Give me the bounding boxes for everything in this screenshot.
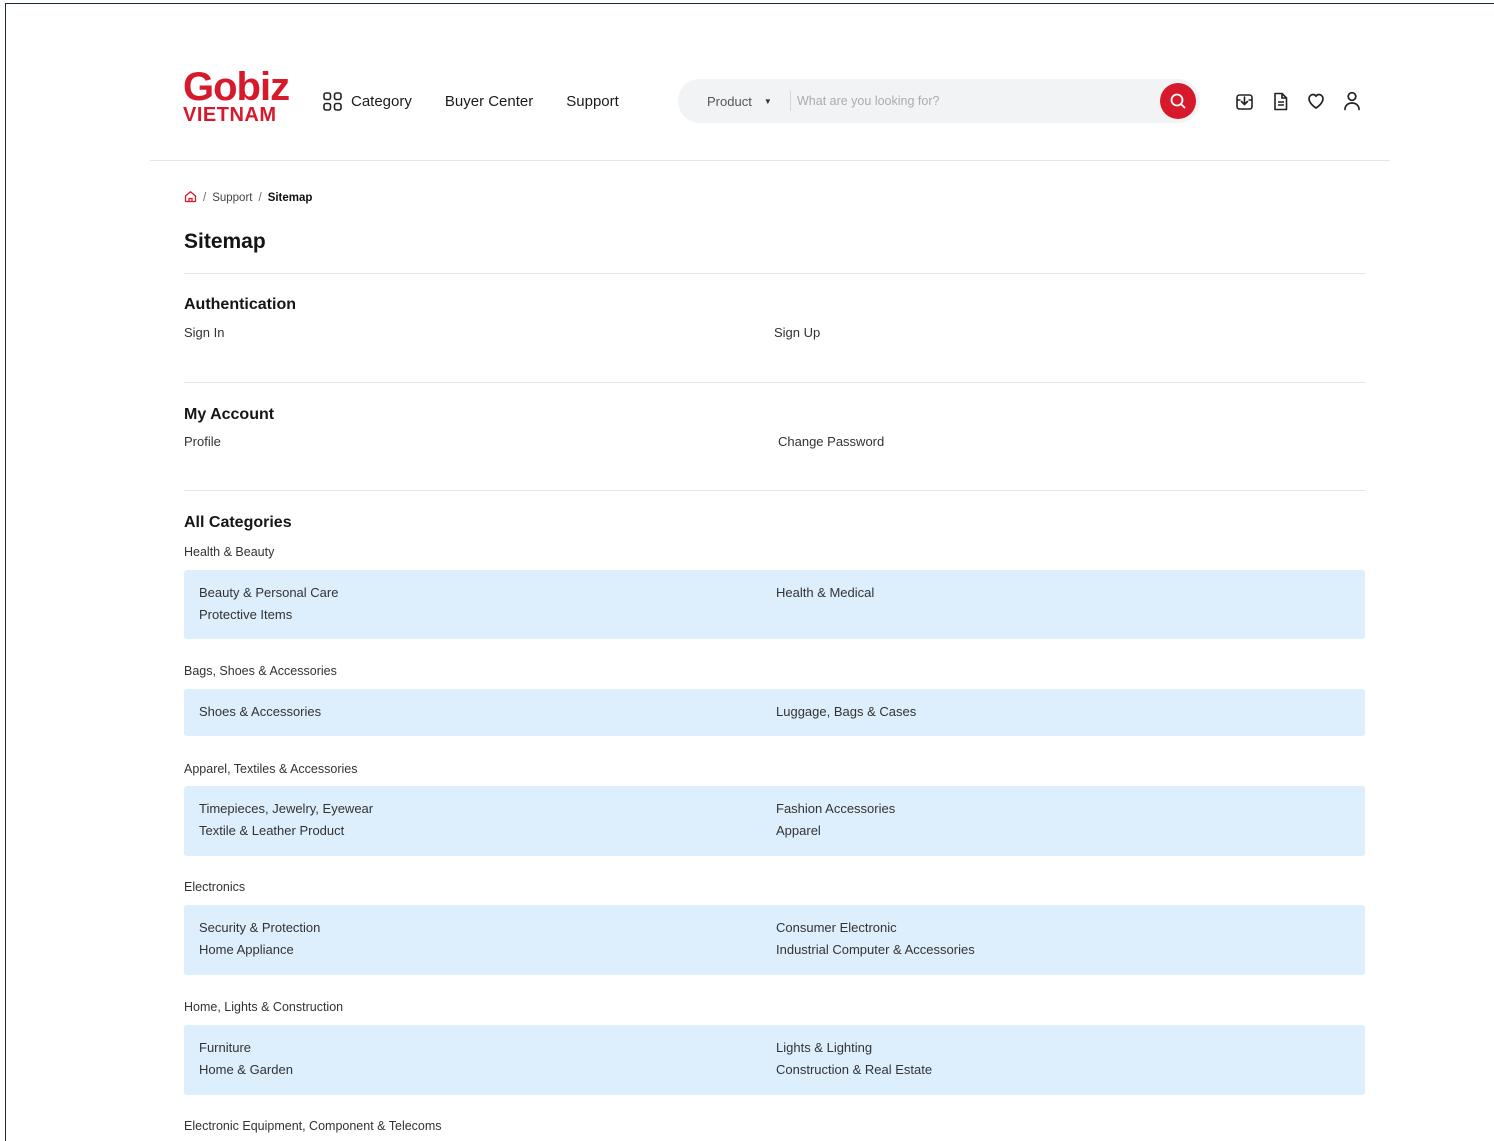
category-link[interactable]: Lights & Lighting xyxy=(776,1037,932,1059)
link-profile[interactable]: Profile xyxy=(184,434,778,449)
category-column: Timepieces, Jewelry, Eyewear Textile & L… xyxy=(199,798,776,856)
category-column: Security & Protection Home Appliance xyxy=(199,917,776,975)
category-column: Beauty & Personal Care Protective Items xyxy=(199,582,776,639)
category-group-label: Bags, Shoes & Accessories xyxy=(184,664,337,678)
my-account-links: Profile Change Password xyxy=(184,434,1365,449)
category-column: Fashion Accessories Apparel xyxy=(776,798,895,856)
category-column: Consumer Electronic Industrial Computer … xyxy=(776,917,975,975)
category-group-label: Electronic Equipment, Component & Teleco… xyxy=(184,1119,442,1133)
category-link[interactable]: Consumer Electronic xyxy=(776,917,975,939)
category-group-label: Electronics xyxy=(184,880,246,894)
section-title-authentication: Authentication xyxy=(184,296,296,313)
sitemap-content: / Support / Sitemap Sitemap Authenticati… xyxy=(184,190,1365,1135)
category-group-label: Home, Lights & Construction xyxy=(184,1000,344,1014)
category-link[interactable]: Shoes & Accessories xyxy=(199,701,776,723)
category-link[interactable]: Security & Protection xyxy=(199,917,776,939)
user-icon[interactable] xyxy=(1341,90,1363,112)
nav-category[interactable]: Category xyxy=(322,91,412,112)
section-title-all-categories: All Categories xyxy=(184,514,292,531)
breadcrumb-current: Sitemap xyxy=(267,192,313,204)
document-icon[interactable] xyxy=(1269,90,1291,112)
home-icon[interactable] xyxy=(184,190,197,206)
breadcrumb-separator: / xyxy=(258,192,262,204)
grid-icon xyxy=(323,91,342,111)
section-authentication: Authentication Sign In Sign Up xyxy=(184,274,1365,382)
category-link[interactable]: Luggage, Bags & Cases xyxy=(776,701,916,723)
breadcrumb: / Support / Sitemap xyxy=(184,190,1365,206)
nav-category-label: Category xyxy=(351,92,412,110)
link-sign-up[interactable]: Sign Up xyxy=(774,325,820,340)
search-type-value: Product xyxy=(707,93,752,109)
nav-support[interactable]: Support xyxy=(566,93,619,110)
gobiz-logo[interactable]: Gobiz VIETNAM xyxy=(183,65,293,128)
category-link[interactable]: Home Appliance xyxy=(199,939,776,961)
section-all-categories: All Categories Health & Beauty Beauty & … xyxy=(184,491,1365,1135)
category-column: Health & Medical xyxy=(776,582,874,639)
category-link[interactable]: Beauty & Personal Care xyxy=(199,582,776,604)
search-type-dropdown[interactable]: Product ▼ xyxy=(678,90,790,112)
breadcrumb-separator: / xyxy=(203,192,207,204)
category-group-box: Beauty & Personal Care Protective Items … xyxy=(184,570,1365,639)
section-title-my-account: My Account xyxy=(184,406,275,423)
header-actions xyxy=(1233,90,1377,112)
category-group-box: Shoes & Accessories Luggage, Bags & Case… xyxy=(184,689,1365,736)
nav-buyer-center-label: Buyer Center xyxy=(444,92,534,110)
section-my-account: My Account Profile Change Password xyxy=(184,383,1365,490)
search-button[interactable] xyxy=(1160,83,1196,119)
category-group-box: Security & Protection Home Appliance Con… xyxy=(184,905,1365,975)
category-link[interactable]: Textile & Leather Product xyxy=(199,820,776,842)
site-header: Gobiz VIETNAM Category Buyer Center Supp… xyxy=(150,60,1390,161)
category-link[interactable]: Timepieces, Jewelry, Eyewear xyxy=(199,798,776,820)
category-link[interactable]: Fashion Accessories xyxy=(776,798,895,820)
category-group-box: Furniture Home & Garden Lights & Lightin… xyxy=(184,1025,1365,1095)
search-input[interactable] xyxy=(797,89,1160,113)
download-box-icon[interactable] xyxy=(1233,90,1255,112)
category-column: Shoes & Accessories xyxy=(199,701,776,736)
search-divider xyxy=(790,91,791,111)
category-link[interactable]: Protective Items xyxy=(199,604,776,626)
category-link[interactable]: Furniture xyxy=(199,1037,776,1059)
nav-support-label: Support xyxy=(566,92,619,110)
authentication-links: Sign In Sign Up xyxy=(184,325,1365,340)
category-group-box: Timepieces, Jewelry, Eyewear Textile & L… xyxy=(184,786,1365,856)
link-change-password[interactable]: Change Password xyxy=(778,434,884,449)
category-group-label: Apparel, Textiles & Accessories xyxy=(184,762,358,776)
category-link[interactable]: Industrial Computer & Accessories xyxy=(776,939,975,961)
logo-wordmark: Gobiz xyxy=(183,65,290,109)
caret-down-icon: ▼ xyxy=(763,96,772,106)
category-link[interactable]: Health & Medical xyxy=(776,582,874,604)
category-link[interactable]: Home & Garden xyxy=(199,1059,776,1081)
category-column: Furniture Home & Garden xyxy=(199,1037,776,1095)
category-group-label: Health & Beauty xyxy=(184,545,275,559)
category-link[interactable]: Construction & Real Estate xyxy=(776,1059,932,1081)
search-icon xyxy=(1170,93,1186,109)
search-bar: Product ▼ xyxy=(678,79,1200,123)
breadcrumb-support[interactable]: Support xyxy=(212,192,252,204)
link-sign-in[interactable]: Sign In xyxy=(184,325,774,340)
heart-icon[interactable] xyxy=(1305,90,1327,112)
category-column: Luggage, Bags & Cases xyxy=(776,701,916,736)
page-title: Sitemap xyxy=(184,230,266,253)
category-link[interactable]: Apparel xyxy=(776,820,895,842)
category-column: Lights & Lighting Construction & Real Es… xyxy=(776,1037,932,1095)
main-nav: Category Buyer Center Support xyxy=(322,88,652,114)
nav-buyer-center[interactable]: Buyer Center xyxy=(445,93,533,110)
